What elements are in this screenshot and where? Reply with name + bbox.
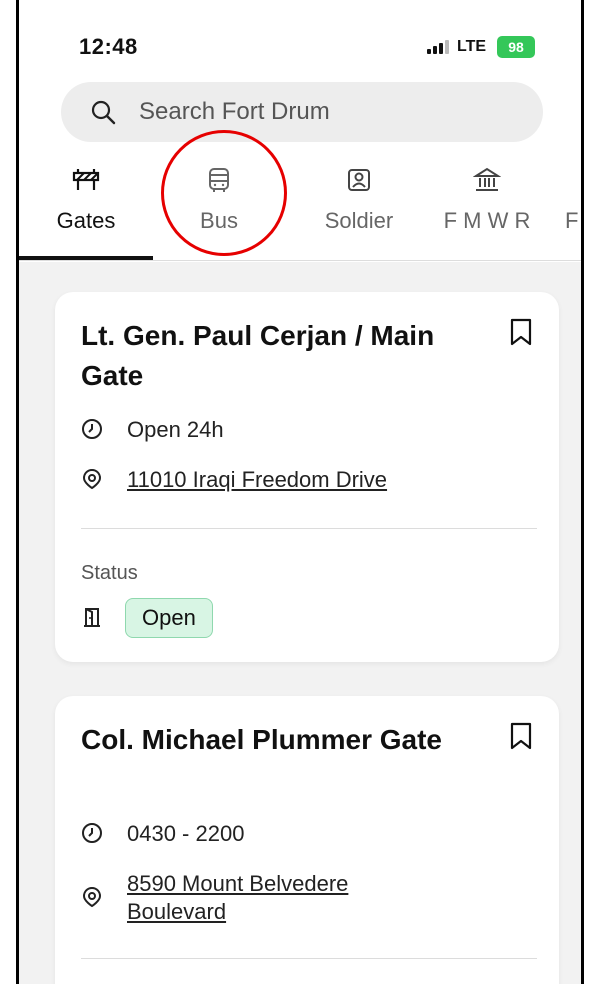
- bank-building-icon: [473, 167, 501, 191]
- signal-icon: [427, 40, 453, 54]
- gate-address-link[interactable]: 8590 Mount Belvedere Boulevard: [127, 870, 407, 926]
- card-divider: [81, 958, 537, 959]
- bookmark-icon[interactable]: [509, 318, 533, 346]
- tab-label: Soldier: [324, 208, 394, 233]
- location-pin-icon: [82, 468, 102, 490]
- gate-hours: Open 24h: [127, 417, 224, 442]
- door-icon: [84, 608, 100, 627]
- status-label: Status: [81, 562, 138, 584]
- clock-icon: [82, 419, 102, 439]
- status-badge: Open: [125, 598, 213, 638]
- bookmark-icon[interactable]: [509, 722, 533, 750]
- gate-address-link[interactable]: 11010 Iraqi Freedom Drive: [127, 466, 387, 494]
- tab-soldier[interactable]: Soldier: [299, 160, 419, 260]
- search-icon: [91, 100, 116, 125]
- phone-screen: 12:48 LTE 98 Search Fort Drum Gates Bus …: [16, 0, 584, 984]
- soldier-badge-icon: [348, 169, 370, 191]
- network-label: LTE: [457, 38, 487, 55]
- tab-gates[interactable]: Gates: [19, 160, 153, 260]
- location-pin-icon: [82, 886, 102, 908]
- status-bar: 12:48 LTE 98: [19, 28, 581, 64]
- tab-label: F: [565, 208, 579, 233]
- card-divider: [81, 528, 537, 529]
- gate-card[interactable]: Lt. Gen. Paul Cerjan / Main Gate Open 24…: [55, 292, 559, 662]
- gate-card[interactable]: Col. Michael Plummer Gate 0430 - 2200 85…: [55, 696, 559, 984]
- search-bar[interactable]: Search Fort Drum: [61, 82, 543, 142]
- gate-hours: 0430 - 2200: [127, 821, 245, 846]
- tab-fmwr[interactable]: F M W R: [427, 160, 547, 260]
- search-input[interactable]: Search Fort Drum: [139, 98, 330, 126]
- gate-title: Lt. Gen. Paul Cerjan / Main Gate: [81, 320, 435, 391]
- clock-icon: [82, 823, 102, 843]
- gate-title: Col. Michael Plummer Gate: [81, 724, 442, 755]
- annotation-circle: [161, 130, 287, 256]
- status-time: 12:48: [79, 34, 138, 59]
- app-header: 12:48 LTE 98 Search Fort Drum Gates Bus …: [19, 0, 581, 262]
- gate-barrier-icon: [72, 169, 100, 190]
- active-tab-indicator: [19, 256, 153, 260]
- category-tabs: Gates Bus Soldier F M W R F: [19, 160, 581, 262]
- tab-label: Gates: [56, 208, 116, 233]
- tab-partial[interactable]: F: [565, 160, 581, 260]
- tabs-divider: [19, 260, 581, 261]
- tab-label: F M W R: [443, 208, 531, 233]
- battery-icon: 98: [497, 36, 535, 58]
